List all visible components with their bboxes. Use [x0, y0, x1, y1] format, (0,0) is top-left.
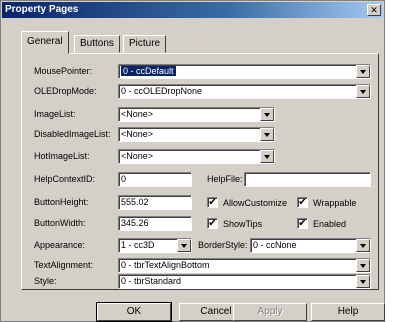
ole-drop-mode-select[interactable]: 0 - ccOLEDropNone — [118, 84, 371, 99]
apply-button-label: Apply — [257, 306, 283, 317]
button-height-input[interactable]: 555.02 — [118, 195, 192, 210]
check-icon: ✔ — [208, 197, 217, 208]
button-height-value: 555.02 — [121, 197, 149, 207]
chevron-down-icon — [360, 263, 366, 268]
allow-customize-label: AllowCustomize — [223, 198, 288, 208]
ole-drop-mode-dropdown-button[interactable] — [356, 85, 370, 98]
appearance-value: 1 - cc3D — [121, 240, 155, 250]
show-tips-label: ShowTips — [223, 219, 263, 229]
border-style-select[interactable]: 0 - ccNone — [250, 238, 371, 253]
disabled-image-list-dropdown-button[interactable] — [260, 128, 274, 141]
image-list-dropdown-button[interactable] — [260, 108, 274, 121]
help-button-label: Help — [337, 306, 359, 317]
ole-drop-mode-label: OLEDropMode: — [34, 86, 97, 96]
tab-picture-label: Picture — [129, 38, 161, 49]
tab-buttons-label: Buttons — [80, 38, 114, 49]
tab-buttons[interactable]: Buttons — [74, 35, 120, 53]
style-select[interactable]: 0 - tbrStandard — [118, 274, 371, 289]
mouse-pointer-select[interactable]: 0 - ccDefault — [118, 64, 371, 79]
general-tab-panel: MousePointer: 0 - ccDefault OLEDropMode:… — [21, 53, 379, 290]
enabled-label: Enabled — [313, 219, 347, 229]
help-button[interactable]: Help — [311, 303, 385, 321]
mouse-pointer-dropdown-button[interactable] — [356, 65, 370, 78]
enabled-checkbox[interactable]: ✔ — [297, 218, 308, 229]
disabled-image-list-label: DisabledImageList: — [34, 129, 111, 139]
help-file-label: HelpFile: — [207, 174, 243, 184]
chevron-down-icon — [360, 243, 366, 248]
border-style-label: BorderStyle: — [198, 240, 248, 250]
button-width-label: ButtonWidth: — [34, 218, 86, 228]
cancel-button-label: Cancel — [200, 306, 232, 317]
help-context-id-input[interactable]: 0 — [118, 172, 192, 187]
border-style-value: 0 - ccNone — [253, 240, 297, 250]
button-height-label: ButtonHeight: — [34, 197, 89, 207]
hot-image-list-label: HotImageList: — [34, 151, 90, 161]
help-context-id-value: 0 — [121, 174, 127, 184]
hot-image-list-dropdown-button[interactable] — [260, 150, 274, 163]
image-list-label: ImageList: — [34, 109, 76, 119]
text-alignment-select[interactable]: 0 - tbrTextAlignBottom — [118, 258, 371, 273]
check-icon: ✔ — [298, 197, 307, 208]
property-pages-dialog: Property Pages ✕ General Buttons Picture… — [0, 0, 385, 322]
close-icon: ✕ — [370, 4, 378, 15]
check-icon: ✔ — [208, 218, 217, 229]
mouse-pointer-value: 0 - ccDefault — [121, 66, 176, 76]
text-alignment-value: 0 - tbrTextAlignBottom — [121, 260, 210, 270]
disabled-image-list-select[interactable]: <None> — [118, 127, 275, 142]
window-title: Property Pages — [5, 4, 79, 15]
chevron-down-icon — [360, 279, 366, 284]
image-list-value: <None> — [121, 109, 154, 119]
tab-picture[interactable]: Picture — [123, 35, 167, 53]
check-icon: ✔ — [298, 218, 307, 229]
hot-image-list-select[interactable]: <None> — [118, 149, 275, 164]
appearance-label: Appearance: — [34, 240, 86, 250]
style-label: Style: — [34, 276, 57, 286]
disabled-image-list-value: <None> — [121, 129, 154, 139]
button-width-value: 345.26 — [121, 218, 149, 228]
text-alignment-dropdown-button[interactable] — [356, 259, 370, 272]
hot-image-list-value: <None> — [121, 151, 154, 161]
chevron-down-icon — [264, 154, 270, 159]
help-context-id-label: HelpContextID: — [34, 174, 96, 184]
mouse-pointer-label: MousePointer: — [34, 66, 93, 76]
chevron-down-icon — [360, 69, 366, 74]
chevron-down-icon — [264, 112, 270, 117]
button-width-input[interactable]: 345.26 — [118, 216, 192, 231]
border-style-dropdown-button[interactable] — [356, 239, 370, 252]
chevron-down-icon — [181, 243, 187, 248]
chevron-down-icon — [360, 89, 366, 94]
appearance-dropdown-button[interactable] — [177, 239, 191, 252]
ole-drop-mode-value: 0 - ccOLEDropNone — [121, 86, 203, 96]
ok-button[interactable]: OK — [96, 302, 172, 322]
style-dropdown-button[interactable] — [356, 275, 370, 288]
help-file-input[interactable] — [244, 172, 371, 187]
wrappable-label: Wrappable — [313, 198, 357, 208]
title-bar: Property Pages ✕ — [2, 2, 383, 18]
tab-general-label: General — [27, 36, 63, 47]
wrappable-checkbox[interactable]: ✔ — [297, 197, 308, 208]
show-tips-checkbox[interactable]: ✔ — [207, 218, 218, 229]
chevron-down-icon — [264, 132, 270, 137]
style-value: 0 - tbrStandard — [121, 276, 182, 286]
text-alignment-label: TextAlignment: — [34, 260, 94, 270]
tab-general[interactable]: General — [21, 31, 69, 54]
image-list-select[interactable]: <None> — [118, 107, 275, 122]
appearance-select[interactable]: 1 - cc3D — [118, 238, 192, 253]
allow-customize-checkbox[interactable]: ✔ — [207, 197, 218, 208]
apply-button[interactable]: Apply — [233, 303, 307, 321]
close-button[interactable]: ✕ — [367, 4, 381, 16]
ok-button-label: OK — [126, 306, 142, 317]
